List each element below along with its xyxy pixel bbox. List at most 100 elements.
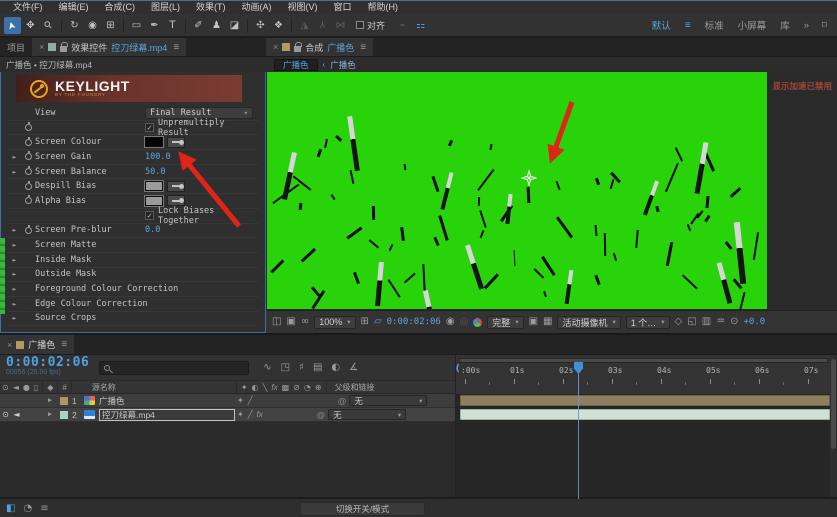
grid-guides-icon[interactable]: ⊞ — [361, 317, 369, 327]
toggle-switches-modes-button[interactable]: 切换开关/模式 — [300, 502, 425, 516]
parent-link-header[interactable]: 父级和链接 — [329, 382, 375, 393]
render-cube-icon[interactable]: ◧ — [6, 503, 15, 514]
close-tab-icon[interactable]: × — [273, 42, 278, 52]
comp-nav-button[interactable]: 广播色 — [274, 59, 318, 71]
layer-bar-2[interactable] — [460, 409, 830, 420]
layer-bar-1[interactable] — [460, 395, 830, 406]
effect-param-row[interactable]: ►Screen Matte — [8, 238, 258, 253]
puppet-pin-tool-button[interactable]: ❖ — [270, 17, 287, 34]
view-axis-mode-icon[interactable]: ⋈ — [332, 17, 349, 34]
workspace-tab[interactable]: 小屏幕 — [738, 18, 767, 32]
twirl-icon[interactable]: ► — [8, 285, 21, 293]
label-column-icon[interactable]: ◆ — [45, 383, 55, 392]
workspace-overflow-icon[interactable]: » — [804, 20, 809, 31]
pixel-aspect-icon[interactable]: ▥ — [702, 317, 711, 327]
breadcrumb-back-icon[interactable]: ‹ — [323, 60, 326, 69]
twirl-icon[interactable]: ► — [8, 153, 21, 161]
twirl-icon[interactable]: ► — [8, 314, 21, 322]
render-progress-icon[interactable]: ◔ — [23, 503, 32, 514]
eyedropper-icon[interactable] — [167, 181, 185, 192]
parent-select[interactable]: 无 ▾ — [349, 395, 427, 406]
menu-item[interactable]: 效果(T) — [189, 1, 233, 14]
mask-feather-tool-icon[interactable]: ⌁ — [394, 17, 411, 34]
stopwatch-icon[interactable] — [21, 153, 35, 160]
magnification-select[interactable]: 100% ▾ — [314, 316, 355, 329]
pan-behind-tool-button[interactable]: ⊞ — [102, 17, 119, 34]
menu-item[interactable]: 文件(F) — [6, 1, 50, 14]
twirl-icon[interactable]: ► — [8, 256, 21, 264]
brush-tool-button[interactable]: ✐ — [190, 17, 207, 34]
channels-icon[interactable] — [473, 318, 482, 327]
workspace-search-icon[interactable]: ⌑ — [816, 17, 833, 34]
stamp-tool-button[interactable]: ♟ — [208, 17, 225, 34]
close-tab-icon[interactable]: × — [39, 42, 44, 52]
share-view-icon[interactable]: ◱ — [687, 317, 696, 327]
track-area[interactable] — [455, 394, 830, 497]
display-icon[interactable]: ▣ — [286, 317, 295, 327]
layer-name-selected[interactable]: 控刀绿幕.mp4 — [99, 409, 235, 421]
close-tab-icon[interactable]: × — [7, 340, 12, 350]
quality-switch[interactable]: ✦ — [235, 410, 246, 419]
effect-param-row[interactable]: ►Foreground Colour Correction — [8, 282, 258, 297]
time-ruler[interactable]: ❪ :00s01s02s03s04s05s06s07s — [455, 355, 830, 394]
quality-switch[interactable]: ✦ — [235, 396, 246, 405]
frame-blending-icon[interactable]: ▤ — [313, 362, 322, 373]
effect-param-row[interactable]: Despill Bias — [8, 179, 258, 194]
layer-label-chip[interactable] — [60, 411, 68, 419]
effect-param-row[interactable]: ►Inside Mask — [8, 253, 258, 268]
lock-icon[interactable] — [294, 46, 301, 52]
param-value[interactable]: 50.0 — [145, 167, 165, 177]
stereo-3d-icon[interactable]: ∞ — [301, 317, 309, 327]
effect-param-row[interactable]: ✓Lock Biases Together — [8, 209, 258, 224]
effect-param-row[interactable]: ✓Unpremultiply Result — [8, 121, 258, 136]
twirl-icon[interactable]: ► — [8, 226, 21, 234]
viewer-timecode[interactable]: 0:00:02:06 — [387, 317, 441, 327]
graph-editor-icon[interactable]: ∡ — [349, 362, 358, 373]
snap-views-icon[interactable]: ◇ — [675, 317, 683, 327]
snapping-icon[interactable]: ⚏ — [412, 17, 429, 34]
align-checkbox[interactable] — [356, 21, 364, 29]
video-switch[interactable]: ⊙ — [0, 410, 11, 419]
timeline-tab[interactable]: × 广播色 ≡ — [0, 335, 74, 354]
tab-project[interactable]: 项目 — [0, 38, 32, 56]
layer-expand-icon[interactable]: ► — [44, 397, 56, 404]
timeline-search-input[interactable] — [99, 361, 249, 375]
pen-tool-button[interactable]: ✒ — [146, 17, 163, 34]
render-settings-icon[interactable]: ≡ — [40, 503, 48, 514]
roi-icon[interactable]: ▱ — [374, 317, 382, 327]
param-checkbox[interactable]: ✓ — [145, 123, 154, 132]
workspace-tab[interactable]: 库 — [780, 18, 790, 32]
view-layout-select[interactable]: 1 个… ▾ — [626, 316, 670, 329]
rotobrush-tool-button[interactable]: ✣ — [252, 17, 269, 34]
param-value[interactable]: 0.0 — [145, 225, 160, 235]
draft-3d-icon[interactable]: ◳ — [281, 362, 290, 373]
param-checkbox[interactable]: ✓ — [145, 211, 154, 220]
layer-row-1[interactable]: ► 1 广播色 ✦ ╱ @ 无 ▾ — [0, 394, 455, 408]
stopwatch-icon[interactable] — [21, 197, 35, 204]
playhead-line[interactable] — [578, 362, 579, 499]
video-column-icon[interactable]: ⊙ — [0, 383, 11, 392]
world-axis-mode-icon[interactable]: ⅄ — [314, 17, 331, 34]
parent-select[interactable]: 无 ▾ — [328, 409, 406, 420]
exposure-icon[interactable]: ⊙ — [730, 317, 738, 327]
rotation-tool-button[interactable]: ↻ — [66, 17, 83, 34]
menu-item[interactable]: 窗口 — [327, 1, 359, 14]
stopwatch-icon[interactable] — [21, 124, 35, 131]
exposure-value[interactable]: +0.0 — [744, 317, 766, 327]
color-swatch[interactable] — [145, 181, 163, 191]
camera-tool-button[interactable]: ◉ — [84, 17, 101, 34]
layer-label-chip[interactable] — [60, 397, 68, 405]
menu-item[interactable]: 视图(V) — [281, 1, 325, 14]
effect-param-row[interactable]: Screen Colour — [8, 135, 258, 150]
local-axis-mode-icon[interactable]: ◮ — [296, 17, 313, 34]
selection-tool-button[interactable]: ➤ — [4, 17, 21, 34]
show-snapshot-icon[interactable]: ◎ — [460, 317, 469, 327]
resolution-select[interactable]: 完整 ▾ — [487, 316, 523, 329]
param-value[interactable]: 100.0 — [145, 152, 171, 162]
source-name-header[interactable]: 源名称 — [74, 382, 234, 393]
eyedropper-icon[interactable] — [167, 137, 185, 148]
stopwatch-icon[interactable] — [21, 227, 35, 234]
effect-param-row[interactable]: ►Source Crops — [8, 312, 258, 327]
viewer-canvas[interactable]: 显示加速已禁用 — [266, 72, 837, 310]
menu-item[interactable]: 合成(C) — [98, 1, 143, 14]
